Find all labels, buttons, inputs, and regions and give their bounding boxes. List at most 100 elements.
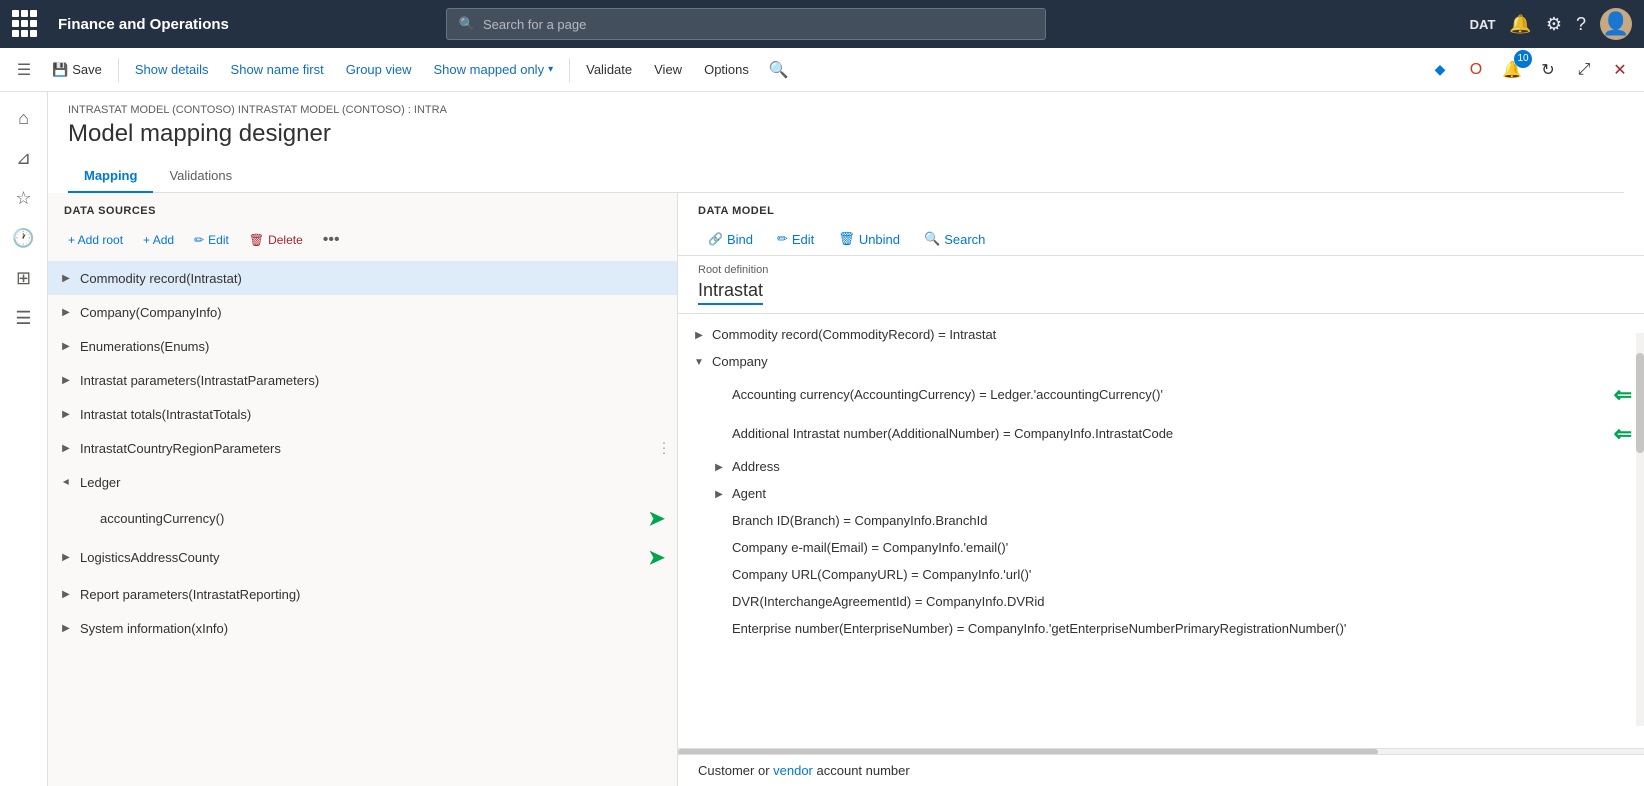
show-details-button[interactable]: Show details [125,56,219,83]
page-tabs: Mapping Validations [68,160,1624,193]
edit-button[interactable]: ✏ Edit [186,229,237,251]
show-mapped-only-button[interactable]: Show mapped only ▾ [424,56,564,83]
group-view-button[interactable]: Group view [336,56,422,83]
divider-1 [118,58,119,82]
expand-icon: ▶ [56,438,76,458]
list-item[interactable]: ▶ IntrastatCountryRegionParameters ⋮ [48,431,677,465]
waffle-menu[interactable] [12,10,40,38]
context-menu-handle[interactable]: ⋮ [657,440,671,457]
list-item[interactable]: ▶ Address [678,454,1644,481]
data-sources-toolbar: + Add root + Add ✏ Edit 🗑 Delete ••• [48,223,677,261]
options-button[interactable]: Options [694,56,759,83]
breadcrumb: INTRASTAT MODEL (CONTOSO) INTRASTAT MODE… [68,104,1624,116]
top-nav-right: DAT 🔔 ⚙ ? 👤 [1470,8,1632,40]
page-content: INTRASTAT MODEL (CONTOSO) INTRASTAT MODE… [48,92,1644,786]
expand-icon: ▶ [56,548,76,568]
list-item[interactable]: Enterprise number(EnterpriseNumber) = Co… [678,616,1644,643]
filter-icon[interactable]: ⊿ [6,140,42,176]
notification-badge-icon[interactable]: 🔔 10 [1496,54,1528,86]
list-item[interactable]: ▶ Intrastat parameters(IntrastatParamete… [48,363,677,397]
workspaces-icon[interactable]: ⊞ [6,260,42,296]
tab-validations[interactable]: Validations [153,160,248,193]
tab-mapping[interactable]: Mapping [68,160,153,193]
list-item[interactable]: ▶ accountingCurrency() ➤ [48,499,677,538]
divider-2 [569,58,570,82]
env-label: DAT [1470,17,1496,32]
add-button[interactable]: + Add [135,229,182,251]
refresh-icon[interactable]: ↻ [1532,54,1564,86]
list-item[interactable]: Company URL(CompanyURL) = CompanyInfo.'u… [678,562,1644,589]
left-arrow-icon-2: ➤ [648,545,665,570]
avatar[interactable]: 👤 [1600,8,1632,40]
list-item[interactable]: ▶ System information(xInfo) [48,611,677,645]
root-def-label: Root definition [698,264,1624,276]
list-item[interactable]: ▶ Company(CompanyInfo) [48,295,677,329]
view-button[interactable]: View [644,56,692,83]
list-item[interactable]: ▶ LogisticsAddressCounty ➤ [48,538,677,577]
dm-edit-button[interactable]: ✏ Edit [767,227,824,251]
home-icon[interactable]: ⌂ [6,100,42,136]
vertical-scrollbar[interactable] [1636,333,1644,726]
global-search[interactable]: 🔍 Search for a page [446,8,1046,40]
pencil-icon: ✏ [777,231,788,247]
list-item[interactable]: Additional Intrastat number(AdditionalNu… [678,415,1644,454]
list-item[interactable]: Accounting currency(AccountingCurrency) … [678,376,1644,415]
search-placeholder: Search for a page [483,17,586,32]
list-item[interactable]: ▶ Intrastat totals(IntrastatTotals) [48,397,677,431]
search-icon: 🔍 [459,16,475,32]
left-arrow-icon: ➤ [648,506,665,531]
settings-icon[interactable]: ⚙ [1546,14,1562,35]
expand-icon: ▶ [56,302,76,322]
hamburger-icon[interactable]: ☰ [8,54,40,86]
close-icon[interactable]: ✕ [1604,54,1636,86]
add-root-button[interactable]: + Add root [60,229,131,251]
more-button[interactable]: ••• [315,227,348,253]
help-icon[interactable]: ? [1576,14,1586,35]
top-nav: Finance and Operations 🔍 Search for a pa… [0,0,1644,48]
dm-footer: Customer or vendor account number [678,754,1644,786]
data-model-header: DATA MODEL [678,193,1644,223]
expand-icon: ▶ [56,584,76,604]
list-icon[interactable]: ☰ [6,300,42,336]
list-item[interactable]: ▼ Ledger [48,465,677,499]
list-item[interactable]: ▶ Commodity record(CommodityRecord) = In… [678,322,1644,349]
side-nav: ⌂ ⊿ ☆ 🕐 ⊞ ☰ [0,92,48,786]
save-button[interactable]: 💾 Save [42,56,112,84]
page-title: Model mapping designer [68,120,1624,148]
list-item[interactable]: ▶ Agent [678,481,1644,508]
expand-icon: ▶ [56,370,76,390]
expand-icon: ▼ [690,354,708,372]
dm-search-button[interactable]: 🔍 Search [914,227,995,251]
page-header: INTRASTAT MODEL (CONTOSO) INTRASTAT MODE… [48,92,1644,193]
recent-icon[interactable]: 🕐 [6,220,42,256]
list-item[interactable]: Branch ID(Branch) = CompanyInfo.BranchId [678,508,1644,535]
right-arrow-icon: ⇐ [1614,380,1632,411]
list-item[interactable]: ▶ Commodity record(Intrastat) [48,261,677,295]
expand-icon: ▼ [56,472,76,492]
app-title: Finance and Operations [58,16,229,33]
toolbar-search-icon[interactable]: 🔍 [761,60,797,80]
expand-icon[interactable]: ⤢ [1568,54,1600,86]
expand-icon: ▶ [56,618,76,638]
notification-icon[interactable]: 🔔 [1509,14,1531,35]
expand-icon: ▶ [690,327,708,345]
badge-count: 10 [1514,50,1532,68]
list-item[interactable]: ▶ Enumerations(Enums) [48,329,677,363]
expand-icon: ▶ [56,404,76,424]
favorites-icon[interactable]: ☆ [6,180,42,216]
list-item[interactable]: DVR(InterchangeAgreementId) = CompanyInf… [678,589,1644,616]
vendor-link[interactable]: vendor [773,763,813,778]
delete-button[interactable]: 🗑 Delete [241,229,311,251]
list-item[interactable]: ▶ Report parameters(IntrastatReporting) [48,577,677,611]
expand-icon: ▶ [710,486,728,504]
show-name-first-button[interactable]: Show name first [221,56,334,83]
bind-button[interactable]: 🔗 Bind [698,228,763,251]
list-item[interactable]: Company e-mail(Email) = CompanyInfo.'ema… [678,535,1644,562]
list-item[interactable]: ▼ Company [678,349,1644,376]
office-icon[interactable]: O [1460,54,1492,86]
diamond-icon[interactable]: ◆ [1424,54,1456,86]
data-model-toolbar: 🔗 Bind ✏ Edit 🗑 Unbind 🔍 Search [678,223,1644,256]
validate-button[interactable]: Validate [576,56,642,83]
unbind-button[interactable]: 🗑 Unbind [828,227,910,251]
data-sources-panel: DATA SOURCES + Add root + Add ✏ Edit 🗑 D… [48,193,678,786]
